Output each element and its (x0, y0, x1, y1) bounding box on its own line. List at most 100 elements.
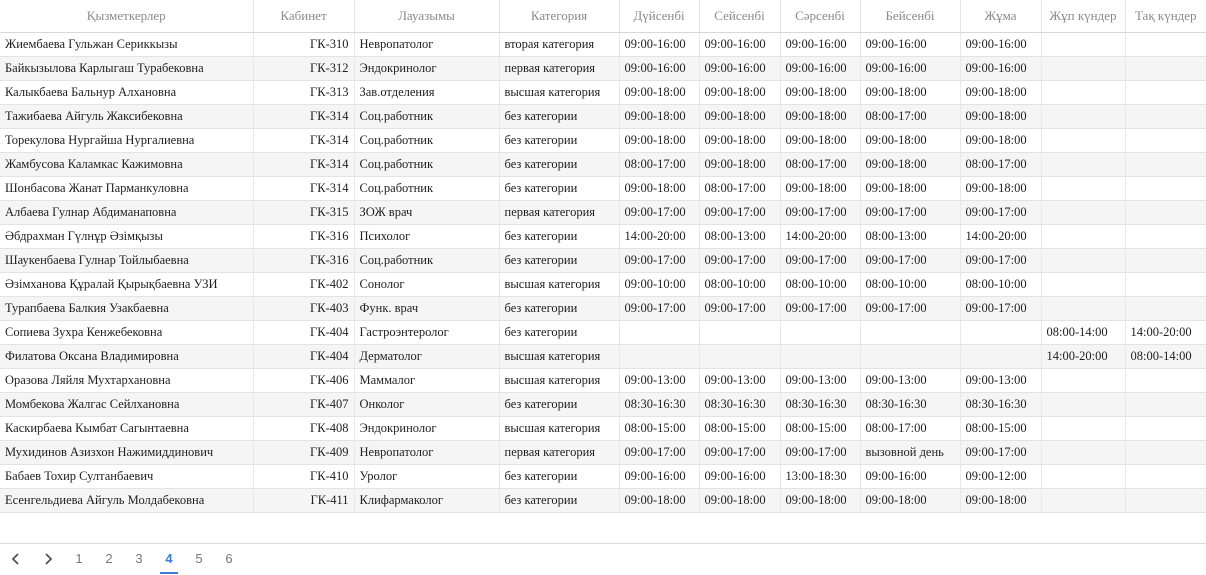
thursday-cell: 08:00-17:00 (860, 104, 961, 129)
prev-page-button[interactable] (2, 544, 30, 574)
position-cell: Дерматолог (354, 344, 500, 369)
position-cell: Уролог (354, 464, 500, 489)
table-row[interactable]: Албаева Гулнар Абдиманаповна ГК-315 ЗОЖ вр… (0, 200, 1206, 225)
category-cell: без категории (499, 128, 620, 153)
page-button-3[interactable]: 3 (125, 544, 153, 574)
employee-name-cell: Жиембаева Гульжан Сериккызы (0, 32, 254, 57)
table-row[interactable]: Момбекова Жалгас Сейлхановна ГК-407 Онколо… (0, 392, 1206, 417)
tuesday-cell: 09:00-17:00 (699, 296, 781, 321)
monday-cell: 09:00-18:00 (619, 104, 700, 129)
position-cell: Соц.работник (354, 176, 500, 201)
thursday-cell: 09:00-18:00 (860, 176, 961, 201)
employee-name-cell: Шонбасова Жанат Парманкуловна (0, 176, 254, 201)
table-row[interactable]: Турапбаева Балкия Узакбаевна ГК-403 Функ. … (0, 296, 1206, 321)
cabinet-cell: ГК-316 (253, 248, 355, 273)
table-row[interactable]: Шаукенбаева Гулнар Тойлыбаевна ГК-316 Соц.… (0, 248, 1206, 273)
friday-cell: 09:00-17:00 (960, 440, 1042, 465)
tuesday-cell: 09:00-16:00 (699, 464, 781, 489)
table-row[interactable]: Әзімханова Құралай Қырықбаевна УЗИ ГК-402… (0, 272, 1206, 297)
column-header-employee[interactable]: Қызметкерлер (0, 0, 254, 33)
table-row[interactable]: Торекулова Нургайша Нургалиевна ГК-314 Соц… (0, 128, 1206, 153)
cabinet-cell: ГК-407 (253, 392, 355, 417)
table-row[interactable]: Жиембаева Гульжан Сериккызы ГК-310 Невропа… (0, 32, 1206, 57)
page-button-2[interactable]: 2 (95, 544, 123, 574)
employee-name-cell: Момбекова Жалгас Сейлхановна (0, 392, 254, 417)
position-cell: Соц.работник (354, 104, 500, 129)
column-header-odd-days[interactable]: Тақ күндер (1125, 0, 1206, 33)
cabinet-cell: ГК-310 (253, 32, 355, 57)
tuesday-cell: 08:00-13:00 (699, 224, 781, 249)
pagination: 1 2 3 4 5 6 (0, 543, 1206, 575)
wednesday-cell: 08:00-17:00 (780, 152, 861, 177)
cabinet-cell: ГК-315 (253, 200, 355, 225)
table-row[interactable]: Байкызылова Карлыгаш Турабековна ГК-312 Эн… (0, 56, 1206, 81)
table-row[interactable]: Каскирбаева Кымбат Сагынтаевна ГК-408 Эндо… (0, 416, 1206, 441)
cabinet-cell: ГК-314 (253, 176, 355, 201)
table-row[interactable]: Жамбусова Каламкас Кажимовна ГК-314 Соц.ра… (0, 152, 1206, 177)
column-header-tuesday[interactable]: Сейсенбі (699, 0, 781, 33)
even-days-cell (1041, 80, 1126, 105)
position-cell: Невропатолог (354, 32, 500, 57)
table-row[interactable]: Калыкбаева Бальнур Алхановна ГК-313 Зав.от… (0, 80, 1206, 105)
wednesday-cell: 09:00-17:00 (780, 440, 861, 465)
friday-cell: 09:00-18:00 (960, 128, 1042, 153)
table-row[interactable]: Сопиева Зухра Кенжебековна ГК-404 Гастроэн… (0, 320, 1206, 345)
category-cell: без категории (499, 464, 620, 489)
friday-cell: 08:00-17:00 (960, 152, 1042, 177)
employee-name-cell: Турапбаева Балкия Узакбаевна (0, 296, 254, 321)
column-header-friday[interactable]: Жұма (960, 0, 1042, 33)
thursday-cell: 08:00-10:00 (860, 272, 961, 297)
odd-days-cell (1125, 104, 1206, 129)
cabinet-cell: ГК-314 (253, 104, 355, 129)
column-header-position[interactable]: Лауазымы (354, 0, 500, 33)
wednesday-cell: 14:00-20:00 (780, 224, 861, 249)
monday-cell (619, 344, 700, 369)
column-header-monday[interactable]: Дүйсенбі (619, 0, 700, 33)
column-header-thursday[interactable]: Бейсенбі (860, 0, 961, 33)
tuesday-cell: 09:00-18:00 (699, 80, 781, 105)
even-days-cell: 14:00-20:00 (1041, 344, 1126, 369)
page-button-1[interactable]: 1 (65, 544, 93, 574)
column-header-cabinet[interactable]: Кабинет (253, 0, 355, 33)
table-row[interactable]: Филатова Оксана Владимировна ГК-404 Дермат… (0, 344, 1206, 369)
table-row[interactable]: Есенгельдиева Айгуль Молдабековна ГК-411 К… (0, 488, 1206, 513)
table-row[interactable]: Тажибаева Айгуль Жаксибековна ГК-314 Соц.р… (0, 104, 1206, 129)
table-row[interactable]: Мухидинов Азизхон Нажимиддинович ГК-409 Не… (0, 440, 1206, 465)
table-row[interactable]: Оразова Ляйля Мухтархановна ГК-406 Маммало… (0, 368, 1206, 393)
category-cell: высшая категория (499, 80, 620, 105)
table-row[interactable]: Шонбасова Жанат Парманкуловна ГК-314 Соц.р… (0, 176, 1206, 201)
employee-name-cell: Жамбусова Каламкас Кажимовна (0, 152, 254, 177)
wednesday-cell: 09:00-17:00 (780, 296, 861, 321)
position-cell: Соц.работник (354, 128, 500, 153)
page-button-6[interactable]: 6 (215, 544, 243, 574)
page-button-4[interactable]: 4 (155, 544, 183, 574)
tuesday-cell: 09:00-18:00 (699, 104, 781, 129)
page-button-5[interactable]: 5 (185, 544, 213, 574)
table-row[interactable]: Әбдрахман Гүлнұр Әзімқызы ГК-316 Психолог б… (0, 224, 1206, 249)
column-header-even-days[interactable]: Жұп күндер (1041, 0, 1126, 33)
even-days-cell (1041, 416, 1126, 441)
thursday-cell: 09:00-16:00 (860, 32, 961, 57)
category-cell: первая категория (499, 200, 620, 225)
category-cell: вторая категория (499, 32, 620, 57)
employee-name-cell: Тажибаева Айгуль Жаксибековна (0, 104, 254, 129)
position-cell: ЗОЖ врач (354, 200, 500, 225)
next-page-button[interactable] (34, 544, 62, 574)
chevron-left-icon (11, 553, 19, 565)
tuesday-cell (699, 320, 781, 345)
column-header-wednesday[interactable]: Сәрсенбі (780, 0, 861, 33)
employee-name-cell: Есенгельдиева Айгуль Молдабековна (0, 488, 254, 513)
table-row[interactable]: Бабаев Тохир Султанбаевич ГК-410 Уролог без… (0, 464, 1206, 489)
employee-name-cell: Торекулова Нургайша Нургалиевна (0, 128, 254, 153)
thursday-cell (860, 320, 961, 345)
wednesday-cell: 09:00-18:00 (780, 176, 861, 201)
friday-cell: 08:00-15:00 (960, 416, 1042, 441)
position-cell: Соц.работник (354, 248, 500, 273)
odd-days-cell (1125, 440, 1206, 465)
wednesday-cell: 08:00-10:00 (780, 272, 861, 297)
column-header-category[interactable]: Категория (499, 0, 620, 33)
wednesday-cell: 13:00-18:30 (780, 464, 861, 489)
monday-cell: 09:00-16:00 (619, 464, 700, 489)
wednesday-cell: 09:00-17:00 (780, 248, 861, 273)
even-days-cell (1041, 440, 1126, 465)
